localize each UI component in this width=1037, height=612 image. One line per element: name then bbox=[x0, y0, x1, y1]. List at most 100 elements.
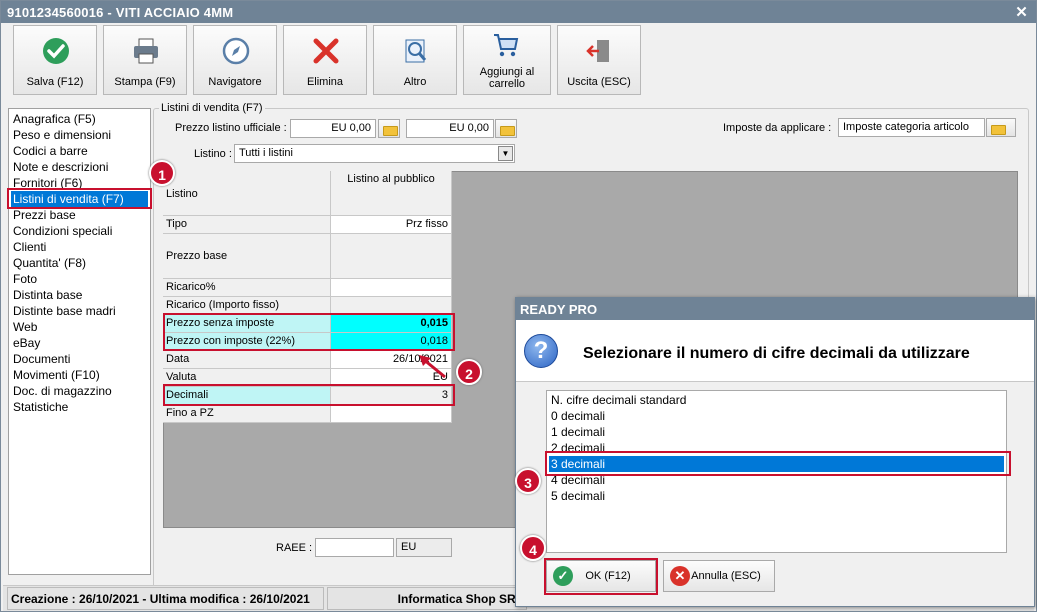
list-item-selected[interactable]: 3 decimali bbox=[549, 456, 1004, 472]
grid-row[interactable]: Tipo Prz fisso bbox=[163, 216, 452, 234]
imposte-field[interactable]: Imposte categoria articolo bbox=[838, 118, 985, 137]
grid-row-label: Valuta bbox=[163, 369, 331, 387]
nav-item-foto[interactable]: Foto bbox=[13, 271, 146, 287]
folder-icon[interactable] bbox=[495, 119, 517, 138]
exit-button-label: Uscita (ESC) bbox=[567, 76, 631, 88]
listino-select-value: Tutti i listini bbox=[239, 147, 293, 159]
step-badge: 2 bbox=[456, 359, 482, 385]
nav-item-anagrafica[interactable]: Anagrafica (F5) bbox=[13, 111, 146, 127]
grid-row[interactable]: Valuta EU bbox=[163, 369, 452, 387]
grid-row-value[interactable]: Prz fisso bbox=[331, 216, 452, 234]
nav-item-distinte-madri[interactable]: Distinte base madri bbox=[13, 303, 146, 319]
dialog-header: ? Selezionare il numero di cifre decimal… bbox=[516, 320, 1034, 382]
status-company: Informatica Shop SRL bbox=[327, 587, 527, 610]
grid-row-value[interactable] bbox=[331, 297, 452, 315]
ok-button[interactable]: ✓ OK (F12) bbox=[546, 560, 656, 592]
imposte-label: Imposte da applicare : bbox=[723, 122, 832, 134]
grid-row-label: Ricarico% bbox=[163, 279, 331, 297]
close-icon[interactable]: ✕ bbox=[1015, 3, 1028, 21]
save-button[interactable]: Salva (F12) bbox=[13, 25, 97, 95]
grid-row[interactable]: Decimali 3 bbox=[163, 387, 452, 405]
grid-row-label: Prezzo senza imposte bbox=[163, 315, 331, 333]
prezzo-listino-field-1[interactable]: EU 0,00 bbox=[290, 119, 376, 138]
nav-item-statistiche[interactable]: Statistiche bbox=[13, 399, 146, 415]
question-icon: ? bbox=[524, 334, 558, 368]
nav-item-distinta[interactable]: Distinta base bbox=[13, 287, 146, 303]
list-item[interactable]: N. cifre decimali standard bbox=[549, 392, 1004, 408]
grid-row-value[interactable] bbox=[331, 279, 452, 297]
list-item[interactable]: 1 decimali bbox=[549, 424, 1004, 440]
window-title: 9101234560016 - VITI ACCIAIO 4MM bbox=[7, 5, 234, 20]
delete-button-label: Elimina bbox=[306, 76, 344, 88]
list-item[interactable]: 4 decimali bbox=[549, 472, 1004, 488]
list-item[interactable]: 0 decimali bbox=[549, 408, 1004, 424]
nav-item-doc-magazzino[interactable]: Doc. di magazzino bbox=[13, 383, 146, 399]
grid-row[interactable]: Fino a PZ bbox=[163, 405, 452, 423]
grid-row-value[interactable]: 0,015 bbox=[331, 315, 452, 333]
listino-select[interactable]: Tutti i listini ▼ bbox=[234, 144, 515, 163]
prezzo-listino-label: Prezzo listino ufficiale : bbox=[175, 122, 287, 134]
compass-icon bbox=[222, 37, 250, 65]
grid-row[interactable]: Prezzo con imposte (22%) 0,018 bbox=[163, 333, 452, 351]
cancel-button[interactable]: ✕ Annulla (ESC) bbox=[663, 560, 775, 592]
grid-row[interactable]: Ricarico% bbox=[163, 279, 452, 297]
prezzo-listino-field-2[interactable]: EU 0,00 bbox=[406, 119, 494, 138]
arrow-icon bbox=[419, 355, 446, 379]
grid-row-value[interactable] bbox=[331, 234, 452, 279]
delete-button[interactable]: Elimina bbox=[283, 25, 367, 95]
list-item[interactable]: 2 decimali bbox=[549, 440, 1004, 456]
nav-item-prezzi-base[interactable]: Prezzi base bbox=[13, 207, 146, 223]
raee-field[interactable] bbox=[315, 538, 394, 557]
section-nav: Anagrafica (F5) Peso e dimensioni Codici… bbox=[8, 108, 151, 575]
nav-item-web[interactable]: Web bbox=[13, 319, 146, 335]
chevron-down-icon[interactable]: ▼ bbox=[498, 146, 513, 161]
nav-item-listini[interactable]: Listini di vendita (F7) bbox=[11, 191, 148, 207]
print-button[interactable]: Stampa (F9) bbox=[103, 25, 187, 95]
cancel-button-label: Annulla (ESC) bbox=[691, 570, 761, 582]
step-badge: 3 bbox=[515, 468, 541, 494]
decimals-list[interactable]: N. cifre decimali standard 0 decimali 1 … bbox=[546, 390, 1007, 553]
exit-door-icon bbox=[586, 40, 609, 62]
nav-item-documenti[interactable]: Documenti bbox=[13, 351, 146, 367]
nav-item-quantita[interactable]: Quantita' (F8) bbox=[13, 255, 146, 271]
add-to-cart-button[interactable]: Aggiungi al carrello bbox=[463, 25, 551, 95]
grid-header-listino: Listino bbox=[163, 171, 331, 216]
grid-row-value[interactable] bbox=[331, 405, 452, 423]
nav-item-clienti[interactable]: Clienti bbox=[13, 239, 146, 255]
grid-row[interactable]: Prezzo base bbox=[163, 234, 452, 279]
folder-icon[interactable] bbox=[378, 119, 400, 138]
print-button-label: Stampa (F9) bbox=[114, 76, 176, 88]
raee-label: RAEE : bbox=[276, 542, 313, 554]
grid-header-pubblico: Listino al pubblico bbox=[331, 171, 452, 216]
nav-item-condizioni[interactable]: Condizioni speciali bbox=[13, 223, 146, 239]
grid-row[interactable]: Prezzo senza imposte 0,015 bbox=[163, 315, 452, 333]
nav-item-note[interactable]: Note e descrizioni bbox=[13, 159, 146, 175]
grid-header-row: Listino Listino al pubblico bbox=[163, 171, 452, 216]
save-button-label: Salva (F12) bbox=[26, 76, 84, 88]
listini-group-title: Listini di vendita (F7) bbox=[159, 102, 265, 114]
ok-button-label: OK (F12) bbox=[585, 570, 631, 582]
other-button[interactable]: Altro bbox=[373, 25, 457, 95]
grid-row-label: Prezzo con imposte (22%) bbox=[163, 333, 331, 351]
navigator-button[interactable]: Navigatore bbox=[193, 25, 277, 95]
check-circle-icon bbox=[43, 38, 69, 64]
step-badge: 1 bbox=[149, 160, 175, 186]
list-item[interactable]: 5 decimali bbox=[549, 488, 1004, 504]
grid-row[interactable]: Ricarico (Importo fisso) bbox=[163, 297, 452, 315]
nav-item-codici[interactable]: Codici a barre bbox=[13, 143, 146, 159]
folder-icon[interactable] bbox=[986, 118, 1016, 137]
cart-icon bbox=[494, 34, 519, 57]
raee-currency: EU bbox=[396, 538, 452, 557]
nav-item-fornitori[interactable]: Fornitori (F6) bbox=[13, 175, 146, 191]
grid-row-value[interactable]: 3 bbox=[331, 387, 452, 405]
grid-row-label: Fino a PZ bbox=[163, 405, 331, 423]
grid-row[interactable]: Data 26/10/2021 bbox=[163, 351, 452, 369]
nav-item-ebay[interactable]: eBay bbox=[13, 335, 146, 351]
dialog-message: Selezionare il numero di cifre decimali … bbox=[583, 345, 970, 362]
nav-item-movimenti[interactable]: Movimenti (F10) bbox=[13, 367, 146, 383]
grid-row-label: Tipo bbox=[163, 216, 331, 234]
printer-icon bbox=[134, 38, 158, 64]
dialog-title: READY PRO bbox=[516, 298, 1034, 320]
exit-button[interactable]: Uscita (ESC) bbox=[557, 25, 641, 95]
nav-item-peso[interactable]: Peso e dimensioni bbox=[13, 127, 146, 143]
